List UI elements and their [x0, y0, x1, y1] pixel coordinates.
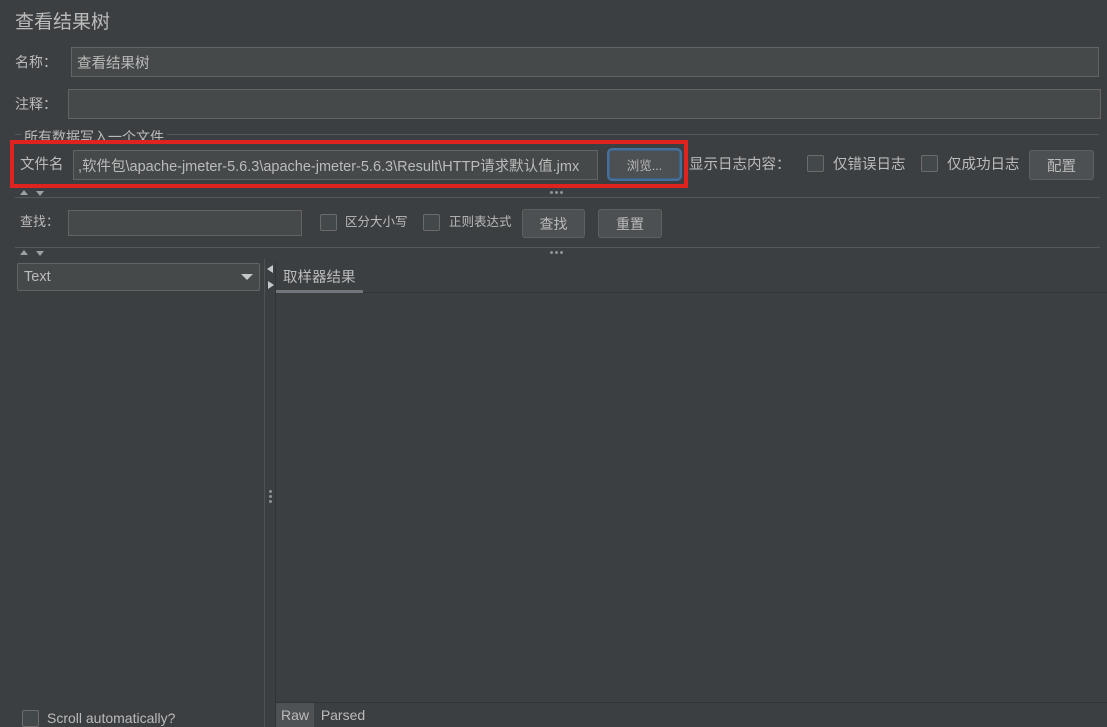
file-name-input[interactable]	[73, 150, 598, 180]
renderer-select[interactable]: Text	[17, 263, 260, 291]
search-input[interactable]	[68, 210, 302, 236]
errors-only-checkbox[interactable]	[807, 155, 824, 172]
tab-raw-label: Raw	[280, 707, 309, 723]
split-expand-icon[interactable]	[36, 251, 44, 256]
separator	[15, 197, 1100, 198]
case-sensitive-label: 区分大小写	[345, 215, 408, 229]
success-only-label: 仅成功日志	[947, 157, 1020, 173]
errors-only-label: 仅错误日志	[833, 157, 906, 173]
name-input[interactable]	[71, 47, 1099, 77]
split-right-icon[interactable]	[268, 281, 274, 289]
find-button[interactable]: 查找	[522, 209, 585, 238]
file-name-label: 文件名	[20, 157, 64, 173]
comment-input[interactable]	[68, 89, 1101, 119]
chevron-down-icon	[241, 274, 253, 280]
split-expand-icon[interactable]	[36, 191, 44, 196]
regex-checkbox[interactable]	[423, 214, 440, 231]
divider-grip-icon[interactable]	[550, 191, 563, 194]
comment-label: 注释：	[15, 96, 57, 112]
tab-raw[interactable]: Raw	[276, 703, 314, 727]
view-tab-strip	[276, 702, 1107, 703]
success-only-checkbox[interactable]	[921, 155, 938, 172]
name-label: 名称：	[15, 54, 57, 70]
file-group-title: 所有数据写入一个文件	[21, 128, 167, 146]
split-collapse-icon[interactable]	[20, 250, 28, 255]
details-pane	[275, 262, 1107, 727]
results-tree-pane[interactable]: Text	[0, 259, 263, 727]
divider-grip-icon[interactable]	[269, 490, 272, 503]
tab-sampler-result-label: 取样器结果	[283, 270, 356, 286]
tab-sampler-result[interactable]: 取样器结果	[276, 263, 363, 293]
regex-label: 正则表达式	[449, 215, 512, 229]
file-group-border	[15, 134, 1099, 135]
split-left-icon[interactable]	[267, 265, 273, 273]
case-sensitive-checkbox[interactable]	[320, 214, 337, 231]
pane-divider-line	[264, 259, 265, 727]
separator	[15, 247, 1100, 248]
browse-button[interactable]: 浏览...	[609, 150, 680, 179]
reset-button[interactable]: 重置	[598, 209, 662, 238]
scroll-automatically-label: Scroll automatically?	[47, 710, 176, 726]
tab-parsed-label: Parsed	[320, 707, 366, 723]
divider-grip-icon[interactable]	[550, 251, 563, 254]
details-content[interactable]	[276, 293, 1107, 702]
tab-parsed[interactable]: Parsed	[316, 703, 370, 727]
configure-button[interactable]: 配置	[1029, 150, 1094, 180]
scroll-automatically-checkbox[interactable]	[22, 710, 39, 727]
split-collapse-icon[interactable]	[20, 190, 28, 195]
search-label: 查找：	[20, 214, 60, 229]
details-tab-strip	[276, 262, 1107, 293]
log-display-label: 显示日志内容：	[689, 157, 791, 173]
renderer-select-value: Text	[24, 269, 51, 285]
panel-title: 查看结果树	[15, 12, 111, 33]
